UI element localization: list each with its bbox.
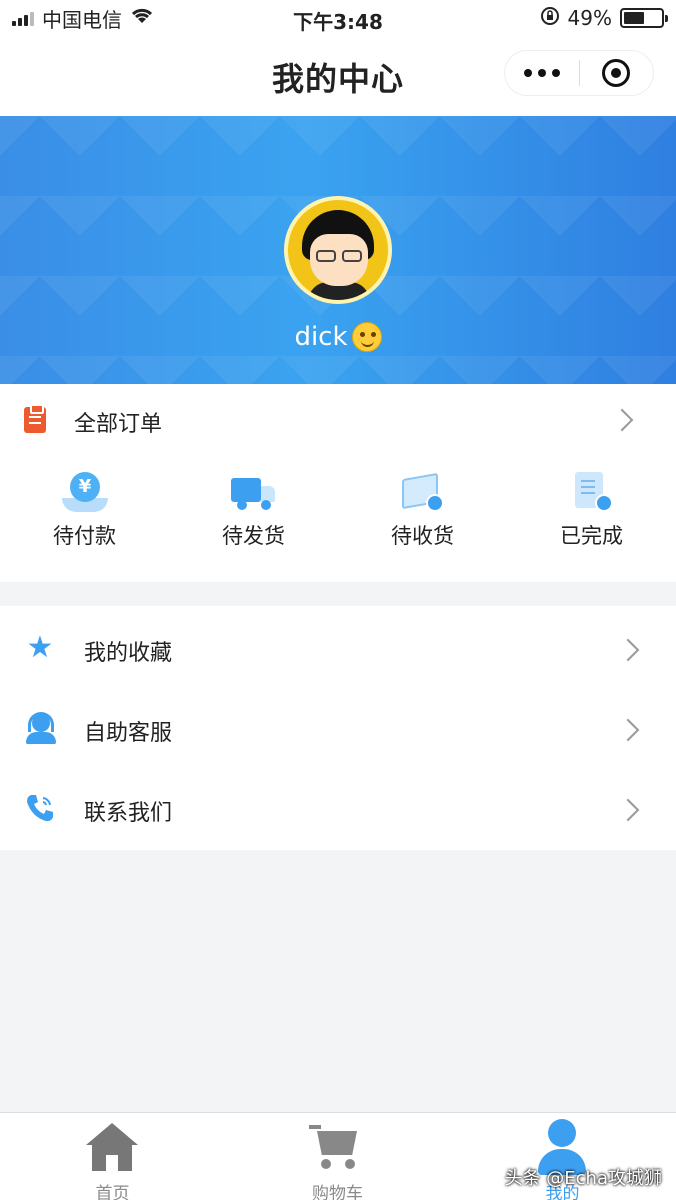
order-status-label: 已完成 <box>560 524 623 548</box>
tab-home[interactable]: 首页 <box>0 1113 225 1200</box>
mini-program-capsule <box>504 50 654 96</box>
star-icon: ★ <box>26 630 54 665</box>
orders-section: 全部订单 ¥ 待付款 待发货 待收货 已完成 <box>0 384 676 582</box>
order-status-pending-receipt[interactable]: 待收货 <box>338 466 507 566</box>
order-status-completed[interactable]: 已完成 <box>507 466 676 566</box>
username: dick <box>294 322 348 352</box>
chevron-right-icon <box>616 798 640 822</box>
menu-item-label: 联系我们 <box>84 801 173 826</box>
smile-emoji-icon <box>351 322 382 352</box>
menu-item-label: 自助客服 <box>84 721 173 746</box>
tab-label: 购物车 <box>312 1184 363 1200</box>
status-bar: 中国电信 下午3:48 49% <box>0 0 676 36</box>
battery-percent: 49% <box>567 6 612 30</box>
username-row: dick <box>0 322 676 352</box>
order-status-label: 待付款 <box>53 524 116 548</box>
all-orders-row[interactable]: 全部订单 <box>0 384 676 456</box>
menu-item-favorites[interactable]: ★ 我的收藏 <box>0 608 676 688</box>
menu-item-label: 我的收藏 <box>84 641 173 666</box>
chevron-right-icon <box>610 408 634 432</box>
nav-bar: 我的中心 <box>0 36 676 116</box>
home-icon <box>84 1119 140 1175</box>
chevron-right-icon <box>616 718 640 742</box>
phone-icon <box>24 792 56 824</box>
menu-list: ★ 我的收藏 自助客服 联系我们 <box>0 606 676 850</box>
yuan-coin-icon: ¥ <box>62 472 108 514</box>
orientation-lock-icon <box>540 6 560 31</box>
more-icon[interactable] <box>505 69 579 77</box>
watermark: 头条 @Echa攻城狮 <box>504 1168 662 1189</box>
all-orders-label: 全部订单 <box>74 412 163 437</box>
headset-icon <box>24 712 56 744</box>
avatar[interactable] <box>284 196 392 304</box>
chevron-right-icon <box>616 638 640 662</box>
order-status-label: 待发货 <box>222 524 285 548</box>
cart-icon <box>309 1119 365 1175</box>
package-icon <box>400 472 446 514</box>
tab-cart[interactable]: 购物车 <box>225 1113 450 1200</box>
tab-label: 首页 <box>95 1184 130 1200</box>
order-status-bar: ¥ 待付款 待发货 待收货 已完成 <box>0 466 676 566</box>
profile-banner: dick <box>0 116 676 384</box>
order-status-pending-payment[interactable]: ¥ 待付款 <box>0 466 169 566</box>
clipboard-icon <box>24 404 46 433</box>
truck-icon <box>231 472 277 514</box>
order-status-label: 待收货 <box>391 524 454 548</box>
document-check-icon <box>569 472 615 514</box>
status-right: 49% <box>540 6 668 31</box>
close-target-icon[interactable] <box>580 59 654 87</box>
battery-icon <box>620 8 668 28</box>
menu-item-self-service[interactable]: 自助客服 <box>0 688 676 768</box>
order-status-pending-shipment[interactable]: 待发货 <box>169 466 338 566</box>
menu-item-contact-us[interactable]: 联系我们 <box>0 768 676 848</box>
